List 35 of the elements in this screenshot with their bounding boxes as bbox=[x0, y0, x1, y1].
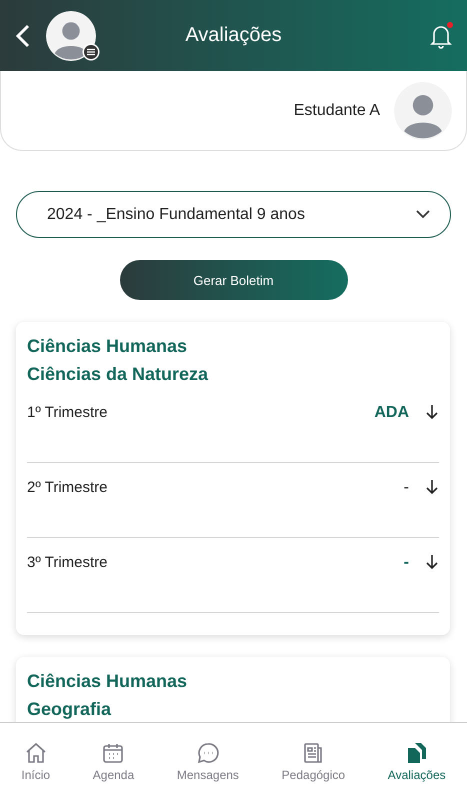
subject-name: Geografia bbox=[27, 698, 112, 721]
back-icon bbox=[14, 22, 32, 48]
term-label: 2º Trimestre bbox=[27, 479, 108, 496]
period-select[interactable]: 2024 - _Ensino Fundamental 9 anos bbox=[16, 191, 451, 238]
term-row[interactable]: 3º Trimestre - bbox=[27, 538, 439, 613]
nav-tab[interactable]: Mensagens bbox=[176, 741, 239, 782]
notifications-button[interactable] bbox=[429, 22, 453, 48]
term-label: 3º Trimestre bbox=[27, 554, 108, 571]
nav-tab[interactable]: Início bbox=[21, 741, 50, 782]
calendar-icon bbox=[101, 741, 126, 765]
chat-icon bbox=[196, 741, 220, 765]
nav-tab[interactable]: Agenda bbox=[92, 741, 134, 782]
back-button[interactable] bbox=[14, 22, 32, 48]
term-row[interactable]: 1º Trimestre ADA bbox=[27, 388, 439, 463]
subject-name: Ciências da Natureza bbox=[27, 363, 210, 386]
term-row[interactable]: 2º Trimestre - bbox=[27, 463, 439, 538]
term-label: 1º Trimestre bbox=[27, 404, 108, 421]
arrow-down-icon bbox=[425, 479, 439, 495]
home-icon bbox=[24, 741, 48, 765]
page-title: Avaliações bbox=[185, 24, 282, 47]
subject-area: Ciências Humanas bbox=[27, 667, 439, 695]
avatar bbox=[46, 10, 96, 60]
student-name: Estudante A bbox=[294, 102, 380, 120]
generate-report-button[interactable]: Gerar Boletim bbox=[120, 260, 348, 300]
subject-area: Ciências Humanas bbox=[27, 332, 439, 360]
arrow-down-icon bbox=[425, 554, 439, 570]
term-grade: - bbox=[404, 479, 409, 497]
nav-tab[interactable]: Avaliações bbox=[388, 741, 446, 782]
term-grade: - bbox=[404, 554, 409, 572]
chevron-down-icon bbox=[416, 210, 430, 219]
arrow-down-icon bbox=[425, 404, 439, 420]
term-grade: ADA bbox=[374, 404, 409, 422]
student-avatar bbox=[394, 82, 452, 140]
nav-tab[interactable]: Pedagógico bbox=[282, 741, 346, 782]
menu-icon[interactable] bbox=[82, 42, 100, 60]
